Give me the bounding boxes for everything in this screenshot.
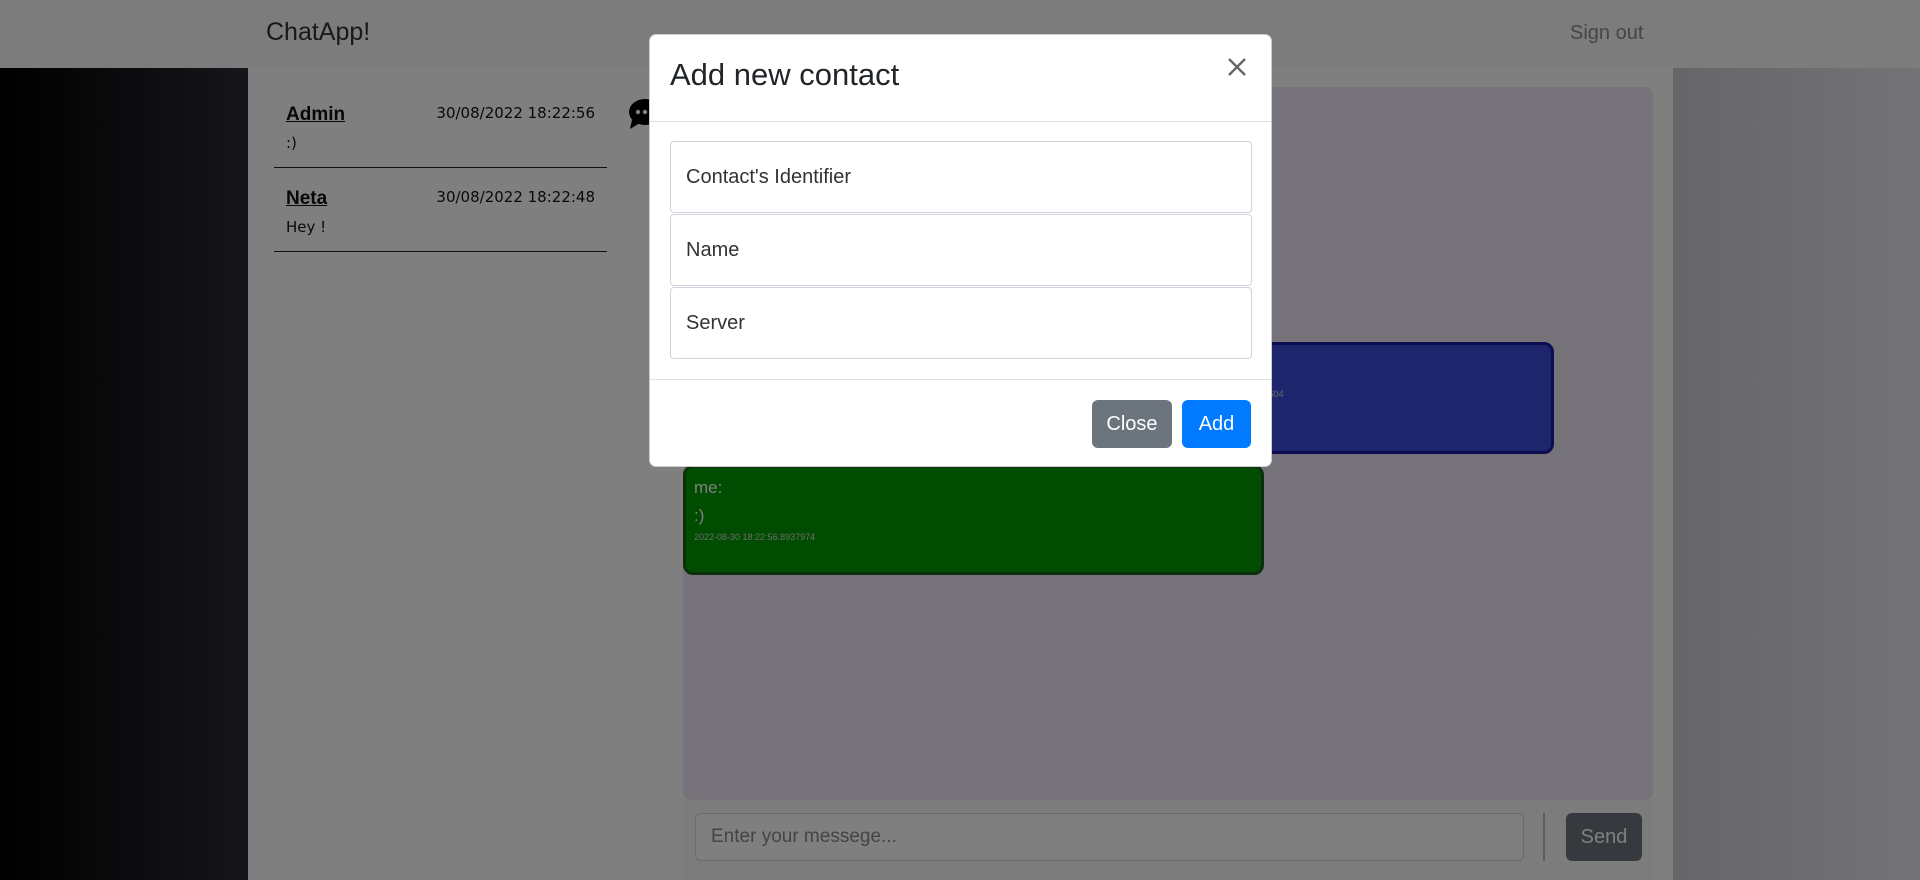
add-contact-modal: Add new contact Close Add	[649, 34, 1272, 467]
add-button[interactable]: Add	[1182, 400, 1251, 448]
contact-identifier-field[interactable]	[670, 141, 1252, 213]
contact-server-field[interactable]	[670, 287, 1252, 359]
modal-body	[670, 141, 1252, 360]
close-button[interactable]: Close	[1092, 400, 1172, 448]
modal-header: Add new contact	[650, 35, 1271, 122]
modal-title: Add new contact	[670, 57, 900, 92]
contact-name-field[interactable]	[670, 214, 1252, 286]
modal-footer: Close Add	[650, 379, 1271, 468]
close-icon[interactable]	[1221, 51, 1253, 83]
